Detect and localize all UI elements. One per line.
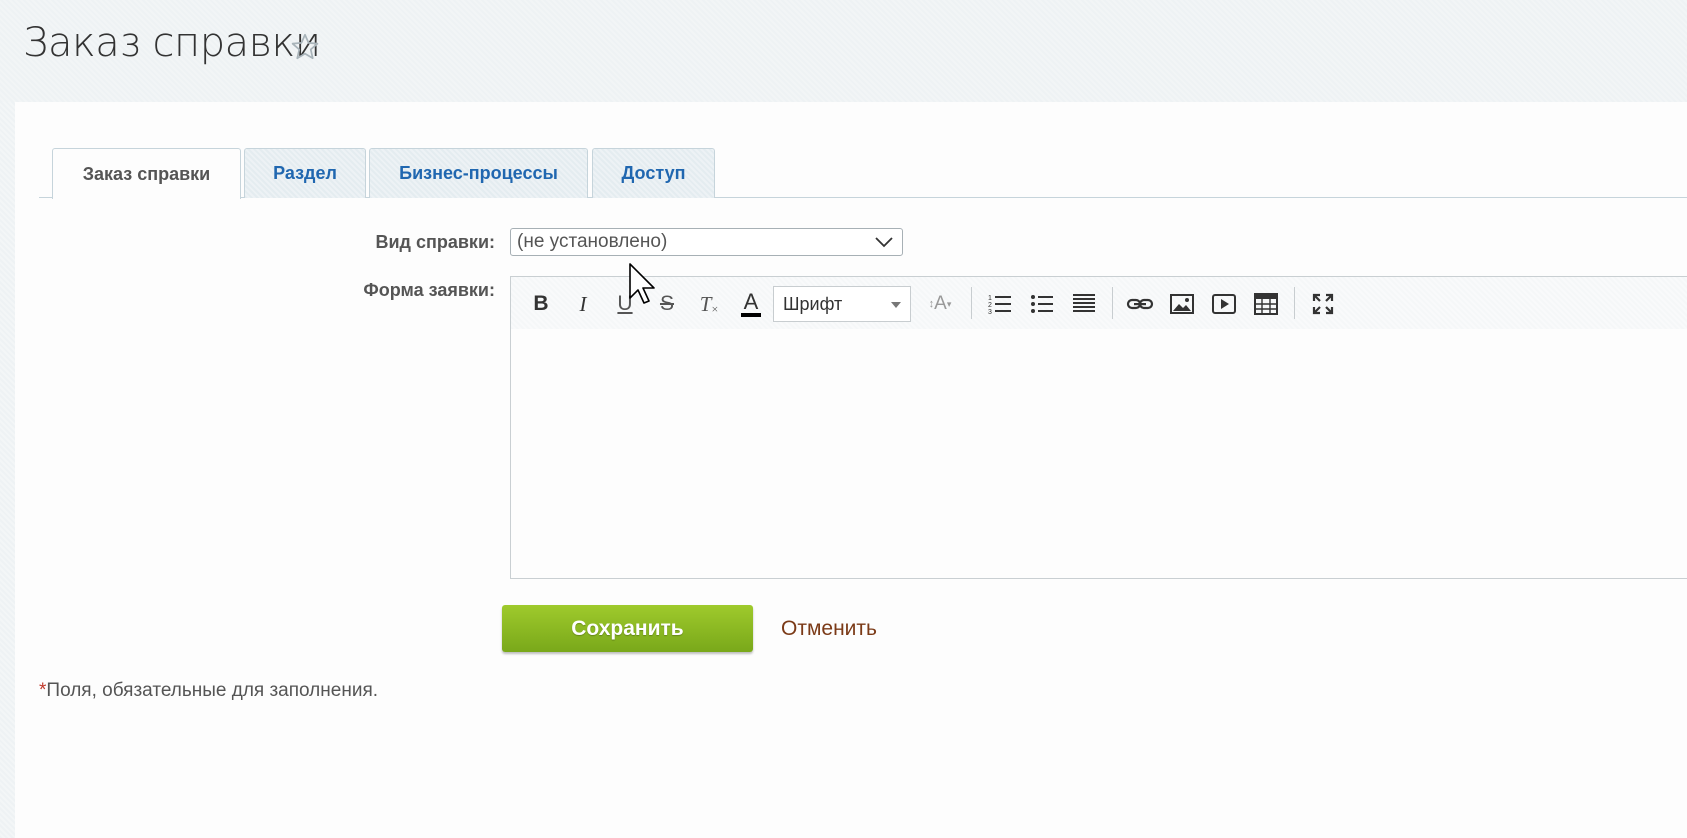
image-icon xyxy=(1170,294,1194,314)
svg-text:2: 2 xyxy=(988,302,992,309)
italic-button[interactable]: I xyxy=(567,289,599,319)
clear-format-button[interactable]: T × xyxy=(693,289,725,319)
font-color-icon: A xyxy=(743,289,759,314)
align-button[interactable] xyxy=(1068,289,1100,319)
tab-business-processes[interactable]: Бизнес-процессы xyxy=(369,148,588,198)
italic-icon: I xyxy=(579,291,587,316)
ordered-list-button[interactable]: 1 2 3 xyxy=(984,289,1016,319)
certificate-type-value: (не установлено) xyxy=(517,231,668,252)
fullscreen-button[interactable] xyxy=(1307,289,1339,319)
save-button[interactable]: Сохранить xyxy=(502,605,753,652)
bold-icon: B xyxy=(533,292,549,315)
video-icon xyxy=(1212,294,1236,314)
cancel-link[interactable]: Отменить xyxy=(781,617,877,641)
toolbar-separator xyxy=(1294,287,1295,319)
link-button[interactable] xyxy=(1124,289,1156,319)
bold-button[interactable]: B xyxy=(525,289,557,319)
required-fields-note: *Поля, обязательные для заполнения. xyxy=(39,680,378,702)
chevron-down-icon xyxy=(875,237,893,248)
page-header: Заказ справки xyxy=(0,0,1687,102)
left-strip xyxy=(0,102,15,838)
align-justify-icon xyxy=(1073,294,1095,312)
editor-content-area[interactable] xyxy=(511,329,1687,578)
rich-text-editor: B I U S T × A Шрифт ↕ A ▾ 1 2 3 xyxy=(510,276,1687,579)
bullet-list-button[interactable] xyxy=(1026,289,1058,319)
fullscreen-icon xyxy=(1312,293,1334,315)
link-icon xyxy=(1126,298,1154,310)
caret-down-icon xyxy=(891,302,901,308)
svg-text:3: 3 xyxy=(988,309,992,315)
tab-label: Раздел xyxy=(273,163,337,183)
font-family-select[interactable]: Шрифт xyxy=(773,286,911,322)
mouse-cursor-icon xyxy=(629,263,655,304)
font-family-value: Шрифт xyxy=(783,294,843,314)
editor-toolbar: B I U S T × A Шрифт ↕ A ▾ 1 2 3 xyxy=(511,277,1687,329)
tab-label: Заказ справки xyxy=(82,163,211,184)
table-icon xyxy=(1254,293,1278,315)
ordered-list-icon: 1 2 3 xyxy=(988,295,1011,315)
video-button[interactable] xyxy=(1208,289,1240,319)
font-size-icon: A xyxy=(934,293,947,314)
request-form-label: Форма заявки: xyxy=(363,280,495,300)
svg-text:1: 1 xyxy=(988,295,992,302)
image-button[interactable] xyxy=(1166,289,1198,319)
page-title: Заказ справки xyxy=(23,20,321,66)
tab-order-certificate[interactable]: Заказ справки xyxy=(52,148,241,199)
toolbar-separator xyxy=(1112,287,1113,319)
certificate-type-select[interactable]: (не установлено) xyxy=(510,228,903,256)
clear-format-icon: T xyxy=(699,291,712,316)
strikethrough-icon: S xyxy=(659,292,674,315)
toolbar-separator xyxy=(971,287,972,319)
tab-section[interactable]: Раздел xyxy=(244,148,366,198)
bullet-list-icon xyxy=(1031,295,1053,313)
required-note-text: Поля, обязательные для заполнения. xyxy=(46,680,379,701)
tab-access[interactable]: Доступ xyxy=(592,148,715,198)
font-size-button[interactable]: ↕ A ▾ xyxy=(921,289,959,319)
font-color-button[interactable]: A xyxy=(735,289,767,319)
tab-label: Доступ xyxy=(621,163,686,183)
certificate-type-label: Вид справки: xyxy=(375,232,495,252)
tab-label: Бизнес-процессы xyxy=(399,163,558,183)
table-button[interactable] xyxy=(1250,289,1282,319)
favorite-star-icon[interactable] xyxy=(289,31,321,63)
